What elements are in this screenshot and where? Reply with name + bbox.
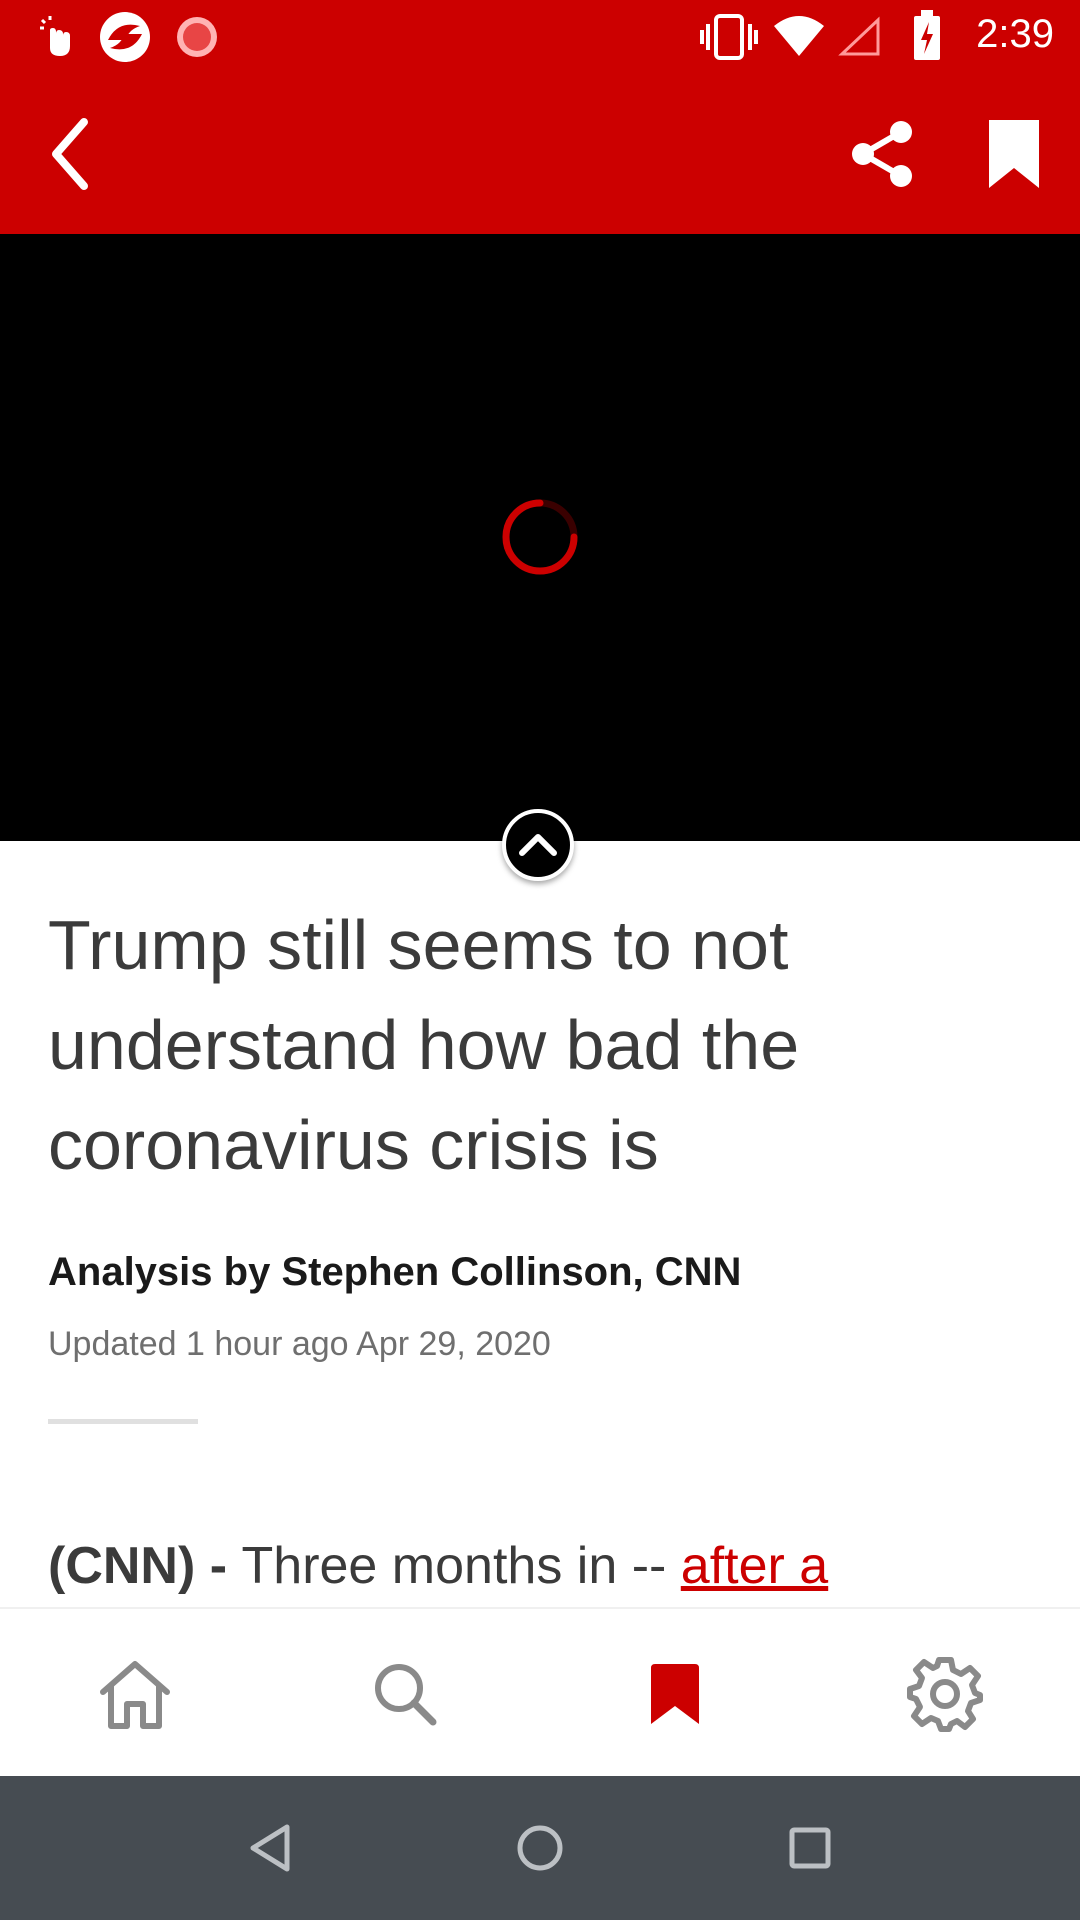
chevron-up-icon bbox=[519, 834, 557, 856]
article-lead: (CNN) - Three months in -- after a bbox=[48, 1536, 828, 1596]
recents-square-icon bbox=[789, 1827, 831, 1869]
search-icon bbox=[375, 1663, 437, 1725]
article-byline: Analysis by Stephen Collinson, CNN bbox=[48, 1250, 742, 1294]
article-updated: Updated 1 hour ago Apr 29, 2020 bbox=[48, 1325, 551, 1363]
home-icon bbox=[100, 1660, 170, 1729]
system-home-button[interactable] bbox=[500, 1808, 580, 1888]
lead-link[interactable]: after a bbox=[681, 1537, 828, 1595]
app-bar bbox=[0, 74, 1080, 234]
article-headline: Trump still seems to not understand how … bbox=[48, 906, 800, 1184]
bookmark-icon bbox=[651, 1663, 699, 1724]
lead-source: (CNN) - bbox=[48, 1537, 242, 1595]
bookmark-button[interactable] bbox=[969, 109, 1059, 199]
wifi-icon bbox=[774, 16, 824, 56]
sync-icon bbox=[177, 17, 217, 57]
nav-home[interactable] bbox=[0, 1609, 270, 1778]
system-nav-bar bbox=[0, 1776, 1080, 1920]
back-triangle-icon bbox=[250, 1824, 290, 1872]
bookmark-icon bbox=[989, 120, 1039, 188]
battery-charging-icon bbox=[914, 10, 940, 60]
app-logo-icon bbox=[100, 12, 150, 62]
divider bbox=[48, 1419, 198, 1424]
status-time: 2:39 bbox=[976, 12, 1054, 56]
bottom-nav bbox=[0, 1607, 1080, 1776]
gesture-icon bbox=[40, 16, 70, 56]
system-back-button[interactable] bbox=[230, 1808, 310, 1888]
cell-signal-icon bbox=[838, 16, 880, 56]
nav-settings[interactable] bbox=[810, 1609, 1080, 1778]
loading-spinner-icon bbox=[502, 499, 578, 575]
lead-text: Three months in -- bbox=[241, 1537, 681, 1595]
status-bar: 2:39 bbox=[0, 0, 1080, 74]
gear-icon bbox=[907, 1656, 983, 1732]
system-recents-button[interactable] bbox=[770, 1808, 850, 1888]
back-button[interactable] bbox=[25, 109, 115, 199]
nav-saved[interactable] bbox=[540, 1609, 810, 1778]
nav-search[interactable] bbox=[270, 1609, 540, 1778]
share-button[interactable] bbox=[837, 109, 927, 199]
share-icon bbox=[852, 121, 912, 187]
collapse-video-button[interactable] bbox=[502, 809, 574, 881]
chevron-left-icon bbox=[52, 118, 88, 190]
home-circle-icon bbox=[517, 1825, 563, 1871]
vibrate-icon bbox=[700, 14, 758, 60]
